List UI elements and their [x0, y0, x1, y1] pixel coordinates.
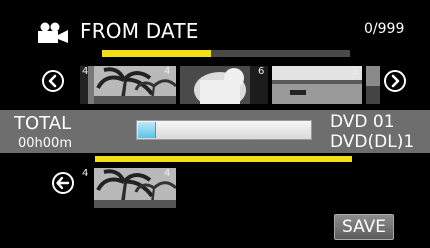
total-label: TOTAL: [14, 113, 72, 134]
thumbnail[interactable]: 2: [272, 66, 362, 104]
arrow-left-icon: [56, 176, 70, 190]
next-page-button[interactable]: [384, 70, 406, 92]
disc-capacity-fill: [138, 122, 157, 138]
selected-thumbnail[interactable]: 4 4: [80, 168, 176, 208]
chevron-left-icon: [48, 74, 57, 88]
back-button[interactable]: [52, 172, 74, 194]
thumbnail-number: 6: [258, 66, 265, 77]
disc-type: DVD(DL)1: [330, 132, 415, 152]
thumbnail-number: 2: [352, 66, 359, 77]
selected-range-bar: [95, 156, 352, 162]
disc-count: DVD 01: [330, 112, 395, 132]
save-button[interactable]: SAVE: [334, 214, 394, 240]
disc-capacity-bar: [136, 120, 312, 140]
item-counter: 0/999: [364, 21, 405, 37]
chevron-right-icon: [391, 74, 400, 88]
page-title: FROM DATE: [80, 19, 199, 43]
prev-page-button[interactable]: [42, 70, 64, 92]
selection-progress-track: [102, 50, 350, 57]
thumbnail[interactable]: 6: [180, 66, 268, 104]
selection-progress-fill: [102, 50, 212, 57]
thumbnail-strip: 4 4 6 2: [80, 66, 380, 104]
thumbnail[interactable]: 4 4: [80, 66, 176, 104]
thumbnail[interactable]: [366, 66, 380, 104]
movie-camera-icon: [38, 22, 68, 43]
thumbnail-number: 4: [82, 66, 89, 77]
total-time: 00h00m: [18, 136, 72, 151]
thumbnail-number: 4: [164, 66, 171, 77]
thumbnail-number: 4: [82, 168, 89, 179]
thumbnail-number: 4: [164, 168, 171, 179]
